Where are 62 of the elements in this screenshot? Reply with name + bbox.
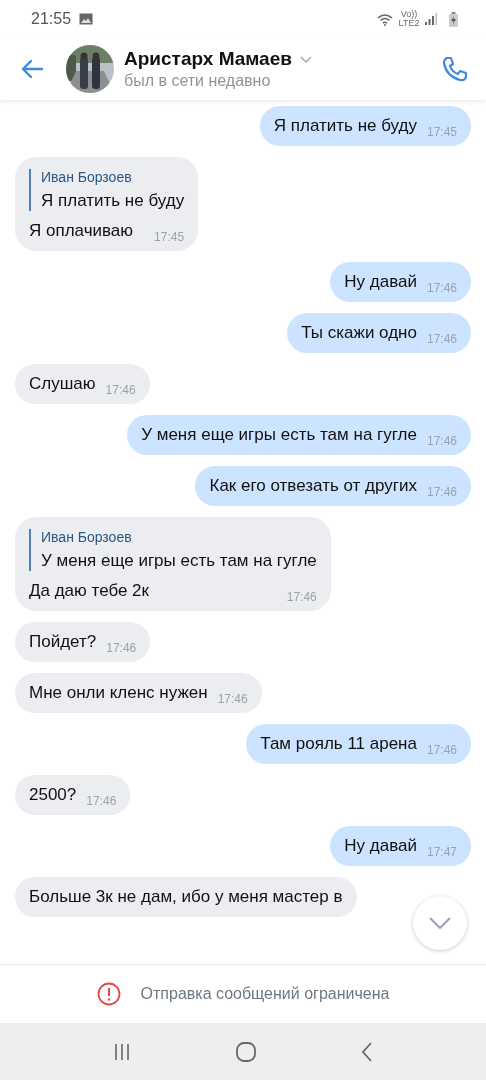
message-time: 17:46: [426, 332, 457, 346]
image-icon: [79, 13, 94, 25]
message-time: 17:46: [217, 692, 248, 706]
message-text: Пойдет?: [29, 632, 97, 652]
incoming-message-bubble[interactable]: Иван Борзоев Я платить не буду Я оплачиваю 17:45: [15, 157, 199, 251]
message-time: 17:46: [426, 281, 457, 295]
outgoing-message-bubble[interactable]: У меня еще игры есть там на гугле 17:46: [127, 415, 471, 455]
phone-icon[interactable]: [442, 56, 468, 82]
signal-icon: [425, 13, 437, 25]
network-label: Vo)) LTE2: [397, 10, 421, 28]
battery-icon: [449, 11, 458, 27]
message-time: 17:46: [86, 794, 117, 808]
message-text: Ну давай: [344, 272, 417, 292]
outgoing-message-bubble[interactable]: Я платить не буду 17:45: [259, 106, 471, 146]
message-time: 17:45: [426, 125, 457, 139]
back-icon[interactable]: [361, 1041, 374, 1062]
restriction-notice: Отправка сообщений ограничена: [140, 985, 390, 1003]
quoted-text: У меня еще игры есть там на гугле: [41, 551, 317, 571]
message-time: 17:46: [426, 485, 457, 499]
outgoing-message-bubble[interactable]: Там рояль 11 арена 17:46: [246, 724, 471, 764]
outgoing-message-bubble[interactable]: Ну давай 17:47: [330, 826, 471, 866]
chevron-down-icon: [429, 917, 451, 929]
message-time: 17:46: [105, 383, 136, 397]
incoming-message-bubble[interactable]: Мне онли кленс нужен 17:46: [15, 673, 262, 713]
outgoing-message-bubble[interactable]: Ну давай 17:46: [330, 262, 471, 302]
incoming-message-bubble[interactable]: Иван Борзоев У меня еще игры есть там на гугле Да даю тебе 2к 17:46: [15, 517, 331, 611]
message-text: Там рояль 11 арена: [260, 734, 417, 754]
message-text: Я оплачиваю: [29, 221, 134, 241]
message-time: 17:46: [426, 743, 457, 757]
message-text: Как его отвезать от других: [209, 476, 417, 496]
message-text: Я платить не буду: [273, 116, 417, 136]
message-text: Слушаю: [29, 374, 96, 394]
incoming-message-bubble[interactable]: Пойдет? 17:46: [15, 622, 151, 662]
quoted-author: Иван Борзоев: [41, 529, 133, 545]
quoted-author: Иван Борзоев: [41, 169, 133, 185]
contact-name[interactable]: Аристарх Мамаев: [124, 48, 292, 70]
quoted-text: Я платить не буду: [41, 191, 185, 211]
last-seen-status: был в сети недавно: [124, 72, 272, 90]
message-text: Ну давай: [344, 836, 417, 856]
message-text: Больше 3к не дам, ибо у меня мастер в: [29, 887, 343, 907]
incoming-message-bubble[interactable]: Слушаю 17:46: [15, 364, 150, 404]
clock: 21:55: [31, 10, 72, 28]
message-time: 17:46: [286, 590, 317, 604]
recent-apps-icon[interactable]: [112, 1042, 131, 1061]
outgoing-message-bubble[interactable]: Как его отвезать от других 17:46: [195, 466, 471, 506]
message-time: 17:47: [426, 845, 457, 859]
message-time: 17:46: [426, 434, 457, 448]
message-text: Да даю тебе 2к: [29, 581, 149, 601]
message-text: Мне онли кленс нужен: [29, 683, 208, 703]
outgoing-message-bubble[interactable]: Ты скажи одно 17:46: [287, 313, 471, 353]
message-text: У меня еще игры есть там на гугле: [141, 425, 417, 445]
chevron-down-icon[interactable]: [299, 55, 312, 63]
wifi-icon: [377, 12, 393, 26]
message-time: 17:46: [106, 641, 137, 655]
incoming-message-bubble[interactable]: Больше 3к не дам, ибо у меня мастер в: [15, 877, 357, 917]
message-text: 2500?: [29, 785, 77, 805]
back-icon[interactable]: [20, 59, 44, 79]
message-text: Ты скажи одно: [301, 323, 417, 343]
warning-icon: [96, 982, 121, 1006]
message-time: 17:45: [154, 230, 185, 244]
home-icon[interactable]: [236, 1041, 256, 1062]
incoming-message-bubble[interactable]: 2500? 17:46: [15, 775, 131, 815]
